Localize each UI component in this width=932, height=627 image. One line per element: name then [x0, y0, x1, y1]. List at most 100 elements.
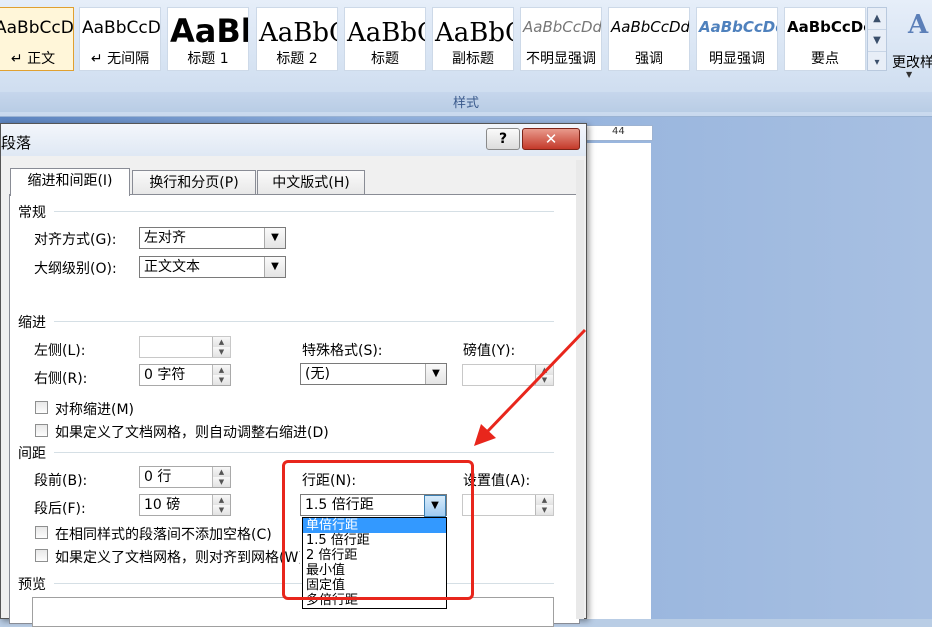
alignment-value: 左对齐	[144, 230, 186, 246]
gallery-more-button[interactable]: ▾	[868, 52, 886, 73]
spin-up-icon[interactable]: ▲	[212, 337, 230, 347]
mirror-indents-label: 对称缩进(M)	[55, 402, 135, 418]
alignment-label: 对齐方式(G):	[34, 232, 117, 248]
chevron-down-icon: ▼	[264, 228, 285, 248]
space-after-input[interactable]: 10 磅 ▲ ▼	[139, 494, 231, 516]
line-spacing-at-input[interactable]: ▲ ▼	[462, 494, 554, 516]
style-tile[interactable]: AaBbCcDd 强调	[608, 7, 690, 71]
no-space-same-style-checkbox[interactable]	[35, 526, 48, 539]
line-spacing-select[interactable]: 1.5 倍行距 ▼	[300, 494, 447, 517]
special-indent-value: (无)	[305, 366, 330, 382]
spin-down-icon[interactable]: ▼	[212, 347, 230, 357]
space-before-input[interactable]: 0 行 ▲ ▼	[139, 466, 231, 488]
left-indent-label: 左侧(L):	[34, 343, 86, 359]
style-tile[interactable]: AaBl 标题 1	[167, 7, 249, 71]
ruler: 44	[583, 125, 653, 141]
left-indent-input[interactable]: ▲ ▼	[139, 336, 231, 358]
chevron-down-icon: ▼	[906, 70, 913, 79]
style-tile[interactable]: AaBbCcDc ↵ 无间隔	[79, 7, 161, 71]
style-tile[interactable]: AaBbCcDd 不明显强调	[520, 7, 602, 71]
ruler-mark: 44	[612, 126, 625, 137]
tab-asian-typography[interactable]: 中文版式(H)	[257, 170, 365, 194]
right-indent-label: 右侧(R):	[34, 371, 88, 387]
chevron-down-icon: ▼	[425, 364, 446, 384]
outline-level-select[interactable]: 正文文本 ▼	[139, 256, 286, 278]
style-tile[interactable]: AaBbC 标题	[344, 7, 426, 71]
style-name: 标题	[371, 51, 399, 67]
line-spacing-option[interactable]: 固定值	[303, 578, 446, 593]
spin-down-icon[interactable]: ▼	[535, 505, 553, 515]
line-spacing-label: 行距(N):	[302, 473, 357, 489]
no-space-same-style-label: 在相同样式的段落间不添加空格(C)	[55, 527, 272, 543]
outline-level-label: 大纲级别(O):	[34, 261, 117, 277]
space-before-value: 0 行	[144, 469, 172, 485]
change-styles-label: 更改样	[892, 55, 932, 71]
spin-up-icon[interactable]: ▲	[212, 495, 230, 505]
dialog-title: 段落	[1, 134, 32, 152]
line-spacing-option[interactable]: 多倍行距	[303, 593, 446, 608]
spin-down-icon[interactable]: ▼	[212, 375, 230, 385]
style-preview: AaBbCcDd	[699, 18, 777, 36]
line-spacing-value: 1.5 倍行距	[305, 497, 374, 513]
help-button[interactable]: ?	[486, 128, 520, 150]
ribbon: AaBbCcDc ↵ 正文 AaBbCcDc ↵ 无间隔 AaBl 标题 1 AaBbC 标题…	[0, 0, 932, 117]
style-preview: AaBbCcDc	[0, 18, 73, 38]
style-tile[interactable]: AaBbCcDc 要点	[784, 7, 866, 71]
snap-to-grid-checkbox[interactable]	[35, 549, 48, 562]
auto-adjust-right-indent-label: 如果定义了文档网格，则自动调整右缩进(D)	[55, 425, 329, 441]
style-preview: AaBbCcDd	[523, 18, 601, 36]
change-styles-icon: A	[908, 10, 929, 40]
indent-section-title: 缩进	[18, 315, 46, 331]
indent-divider	[54, 321, 554, 322]
style-name: 强调	[635, 51, 663, 67]
style-preview: AaBl	[170, 12, 248, 46]
space-after-value: 10 磅	[144, 497, 181, 513]
change-styles-button[interactable]: A 更改样 ▼	[890, 6, 932, 79]
line-spacing-option[interactable]: 1.5 倍行距	[303, 533, 446, 548]
alignment-select[interactable]: 左对齐 ▼	[139, 227, 286, 249]
auto-adjust-right-indent-checkbox[interactable]	[35, 424, 48, 437]
spin-down-icon[interactable]: ▼	[212, 505, 230, 515]
special-indent-label: 特殊格式(S):	[302, 343, 383, 359]
tab-indent-spacing[interactable]: 缩进和间距(I)	[10, 168, 130, 196]
line-spacing-dropdown: 单倍行距 1.5 倍行距 2 倍行距 最小值 固定值 多倍行距	[302, 517, 447, 609]
style-preview: AaBbCcDd	[611, 18, 689, 36]
style-tile[interactable]: AaBbCcDc ↵ 正文	[0, 7, 74, 71]
special-indent-select[interactable]: (无) ▼	[300, 363, 447, 385]
tab-line-page-breaks[interactable]: 换行和分页(P)	[132, 170, 256, 194]
style-tile[interactable]: AaBbCcDd 明显强调	[696, 7, 778, 71]
line-spacing-option[interactable]: 单倍行距	[303, 518, 446, 533]
dialog-titlebar[interactable]: 段落 ? ✕	[1, 124, 586, 156]
spin-down-icon[interactable]: ▼	[535, 375, 553, 385]
style-name: 标题 1	[187, 51, 229, 67]
spacing-section-title: 间距	[18, 446, 46, 462]
right-indent-input[interactable]: 0 字符 ▲ ▼	[139, 364, 231, 386]
close-button[interactable]: ✕	[522, 128, 580, 150]
outline-level-value: 正文文本	[144, 259, 200, 275]
space-before-label: 段前(B):	[34, 473, 88, 489]
preview-box	[32, 597, 554, 627]
style-tile[interactable]: AaBbC 副标题	[432, 7, 514, 71]
general-section-title: 常规	[18, 205, 46, 221]
style-tile[interactable]: AaBbC 标题 2	[256, 7, 338, 71]
document-page[interactable]	[583, 143, 651, 619]
spin-up-icon[interactable]: ▲	[535, 495, 553, 505]
style-name: 要点	[811, 51, 839, 67]
spin-down-icon[interactable]: ▼	[212, 477, 230, 487]
indent-by-input[interactable]: ▲ ▼	[462, 364, 554, 386]
style-name: 副标题	[452, 51, 494, 67]
gallery-down-button[interactable]: ▼	[868, 30, 886, 52]
spin-up-icon[interactable]: ▲	[212, 467, 230, 477]
line-spacing-option[interactable]: 最小值	[303, 563, 446, 578]
chevron-down-icon: ▼	[424, 495, 446, 517]
gallery-up-button[interactable]: ▲	[868, 8, 886, 30]
indent-by-label: 磅值(Y):	[463, 343, 516, 359]
mirror-indents-checkbox[interactable]	[35, 401, 48, 414]
style-preview: AaBbC	[259, 18, 337, 48]
gallery-scrollbar: ▲ ▼ ▾	[867, 7, 887, 71]
spin-up-icon[interactable]: ▲	[212, 365, 230, 375]
spin-up-icon[interactable]: ▲	[535, 365, 553, 375]
spacing-divider	[54, 452, 554, 453]
line-spacing-option[interactable]: 2 倍行距	[303, 548, 446, 563]
style-name: 标题 2	[276, 51, 318, 67]
